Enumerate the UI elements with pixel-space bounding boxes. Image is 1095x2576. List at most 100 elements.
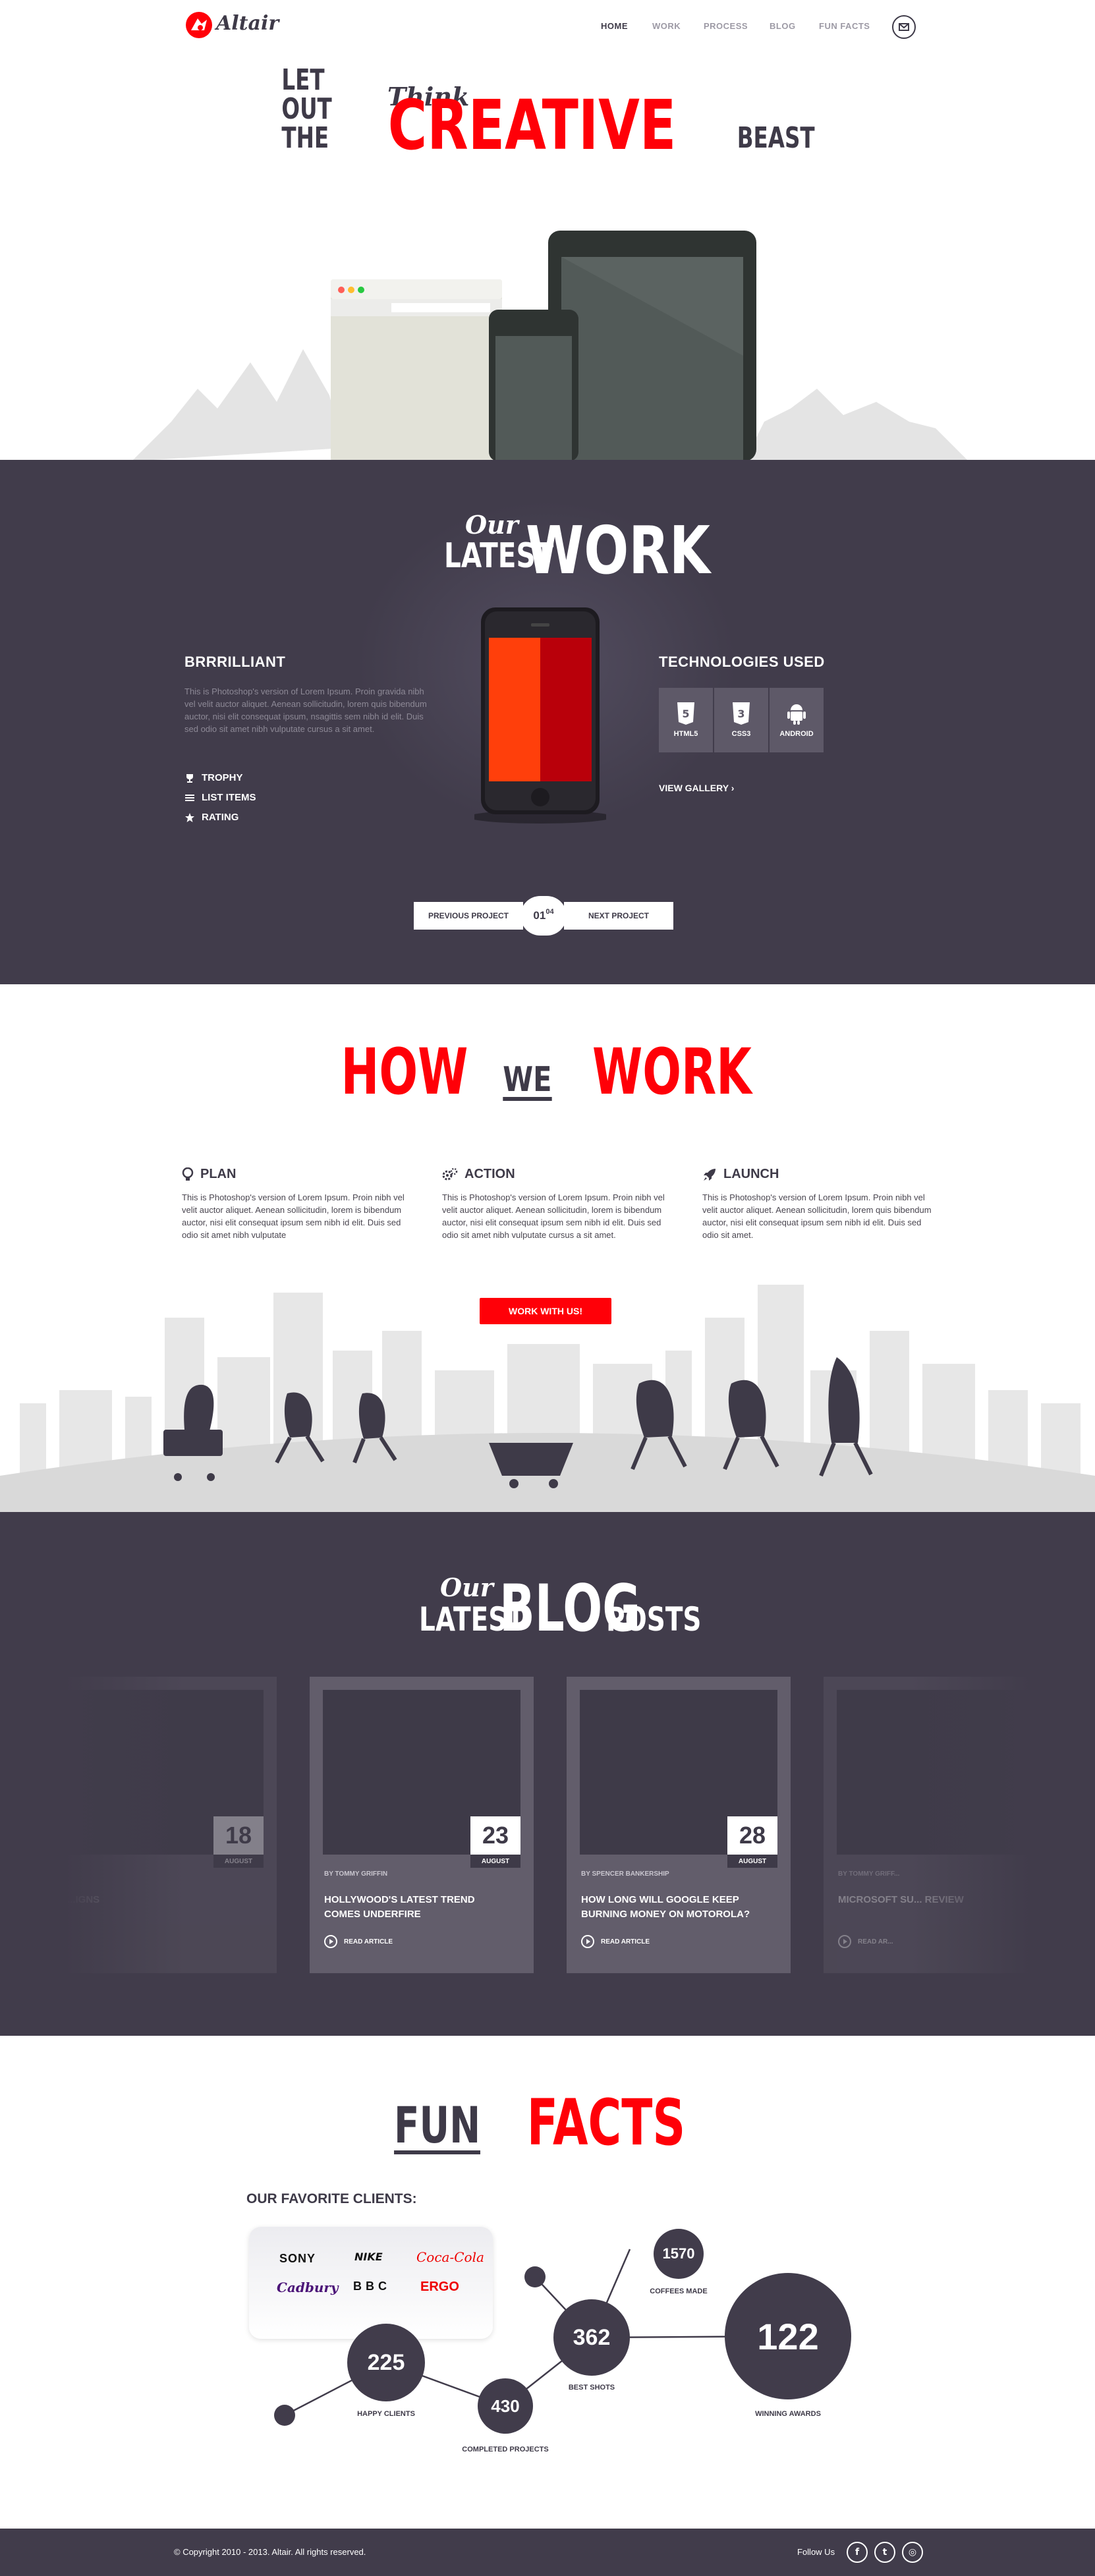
fun-facts-title: FUN FACTS [394, 2088, 685, 2154]
stat-label: BEST SHOTS [568, 2384, 615, 2392]
stat-label: WINNING AWARDS [755, 2410, 821, 2418]
project-description: This is Photoshop's version of Lorem Ips… [184, 686, 427, 734]
how-we-work-title: HOW WE WORK [341, 1038, 752, 1104]
mail-button[interactable] [892, 15, 916, 39]
featured-phone [474, 607, 606, 824]
blog-card-title[interactable]: HOLLYWOOD'S LATEST TREND COMES UNDERFIRE [324, 1893, 509, 1922]
blog-card[interactable]: 28 AUGUST BY SPENCER BANKERSHIP HOW LONG… [567, 1677, 791, 1973]
step-action: ACTION [442, 1167, 515, 1182]
step-launch: LAUNCH [702, 1167, 779, 1182]
city-illustration [0, 1285, 1095, 1512]
view-gallery-label: VIEW GALLERY [659, 783, 729, 793]
page: Altair HOME WORK PROCESS BLOG FUN FACTS … [0, 0, 1095, 2576]
blog-card-author: BY TOMMY GRIFFIN [324, 1870, 388, 1878]
stat-completed-projects: 430 [478, 2378, 533, 2434]
read-article-label: READ ARTICLE [344, 1938, 393, 1946]
tablet-mockup [548, 231, 756, 461]
nav-process[interactable]: PROCESS [704, 21, 748, 31]
blog-card-day: 18 [213, 1816, 264, 1855]
copyright-text: © Copyright 2010 - 2013. Altair. All rig… [174, 2547, 366, 2557]
carousel-fade-right [911, 1667, 1095, 1983]
step-plan-text: This is Photoshop's version of Lorem Ips… [182, 1192, 405, 1240]
blog-title-our: Our [440, 1573, 493, 1602]
clients-heading: OUR FAVORITE CLIENTS: [246, 2191, 417, 2206]
play-circle-icon [581, 1935, 594, 1948]
stat-label: HAPPY CLIENTS [357, 2410, 415, 2418]
blog-card-month: AUGUST [470, 1855, 520, 1868]
blog-card-author: BY TOMMY GRIFF... [838, 1870, 900, 1878]
blog-title-posts: POSTS [606, 1600, 702, 1638]
trophy-icon [186, 773, 193, 783]
dribbble-icon[interactable]: ◎ [902, 2542, 923, 2563]
site-footer: © Copyright 2010 - 2013. Altair. All rig… [0, 2529, 1095, 2576]
stat-happy-clients: 225 [347, 2324, 425, 2401]
nav-work[interactable]: WORK [652, 21, 681, 31]
svg-text:5: 5 [682, 708, 689, 720]
follow-us-label: Follow Us [797, 2547, 835, 2557]
nav-fun-facts[interactable]: FUN FACTS [819, 21, 870, 31]
hero-before: LET OUT THE [281, 63, 332, 155]
phone-mockup [489, 310, 578, 461]
read-article-label: READ ARTICLE [601, 1938, 650, 1946]
css3-icon: 3 [733, 702, 750, 725]
hero-after: BEAST [737, 121, 816, 155]
step-action-text: This is Photoshop's version of Lorem Ips… [442, 1192, 665, 1240]
carousel-fade-left [0, 1667, 184, 1983]
title-how: HOW [341, 1035, 468, 1109]
read-article-link[interactable]: READ ARTICLE [324, 1935, 393, 1948]
facebook-icon[interactable]: f [847, 2542, 868, 2563]
read-article-label: READ AR... [858, 1938, 893, 1946]
twitter-icon[interactable]: t [874, 2542, 895, 2563]
tech-html5: 5 HTML5 [659, 688, 713, 752]
gears-icon [442, 1167, 458, 1180]
tech-label: CSS3 [731, 730, 751, 738]
feature-trophy: TROPHY [184, 772, 243, 783]
stat-label: COMPLETED PROJECTS [462, 2446, 549, 2453]
title-facts: FACTS [526, 2086, 685, 2160]
step-title-text: ACTION [464, 1167, 515, 1181]
rocket-icon [704, 1168, 716, 1181]
stat-label: COFFEES MADE [650, 2287, 708, 2295]
android-icon [787, 704, 806, 725]
nav-home[interactable]: HOME [601, 21, 628, 31]
blog-card-day: 28 [727, 1816, 777, 1855]
logo-text[interactable]: Altair [216, 12, 279, 35]
next-project-button[interactable]: NEXT PROJECT [564, 902, 673, 930]
counter-total: 04 [546, 908, 554, 916]
stat-winning-awards: 122 [725, 2273, 851, 2399]
blog-card-month: AUGUST [727, 1855, 777, 1868]
blog-card[interactable]: 23 AUGUST BY TOMMY GRIFFIN HOLLYWOOD'S L… [310, 1677, 534, 1973]
step-title-text: PLAN [200, 1167, 237, 1181]
view-gallery-link[interactable]: VIEW GALLERY › [659, 783, 734, 793]
play-circle-icon [324, 1935, 337, 1948]
browser-mockup [331, 279, 502, 461]
title-we: WE [502, 1060, 552, 1101]
blog-card-author: BY SPENCER BANKERSHIP [581, 1870, 669, 1878]
site-header: Altair HOME WORK PROCESS BLOG FUN FACTS [0, 0, 1095, 59]
chevron-right-icon: › [731, 783, 735, 793]
tech-android: ANDROID [770, 688, 824, 752]
read-article-link[interactable]: READ AR... [838, 1935, 893, 1948]
stat-coffees-made: 1570 [654, 2229, 704, 2279]
step-launch-text: This is Photoshop's version of Lorem Ips… [702, 1192, 932, 1240]
blog-card-day: 23 [470, 1816, 520, 1855]
read-article-link[interactable]: READ ARTICLE [581, 1935, 650, 1948]
feature-label: RATING [202, 812, 239, 823]
blog-card-title[interactable]: HOW LONG WILL GOOGLE KEEP BURNING MONEY … [581, 1893, 766, 1922]
nav-blog[interactable]: BLOG [770, 21, 796, 31]
stat-best-shots: 362 [553, 2299, 630, 2376]
title-fun: FUN [394, 2096, 481, 2154]
html5-icon: 5 [677, 702, 694, 725]
work-title-our: Our [465, 510, 519, 540]
logo-mark-icon[interactable] [184, 11, 213, 40]
step-title-text: LAUNCH [723, 1167, 779, 1181]
play-circle-icon [838, 1935, 851, 1948]
tech-label: ANDROID [779, 730, 814, 738]
hero-headline: LET OUT THE CREATIVE BEAST [282, 66, 815, 160]
envelope-icon [899, 23, 909, 31]
tech-label: HTML5 [673, 730, 698, 738]
previous-project-button[interactable]: PREVIOUS PROJECT [414, 902, 523, 930]
work-title-big: WORK [526, 512, 710, 589]
project-counter: 01 04 [520, 896, 567, 936]
technologies-heading: TECHNOLOGIES USED [659, 654, 825, 670]
